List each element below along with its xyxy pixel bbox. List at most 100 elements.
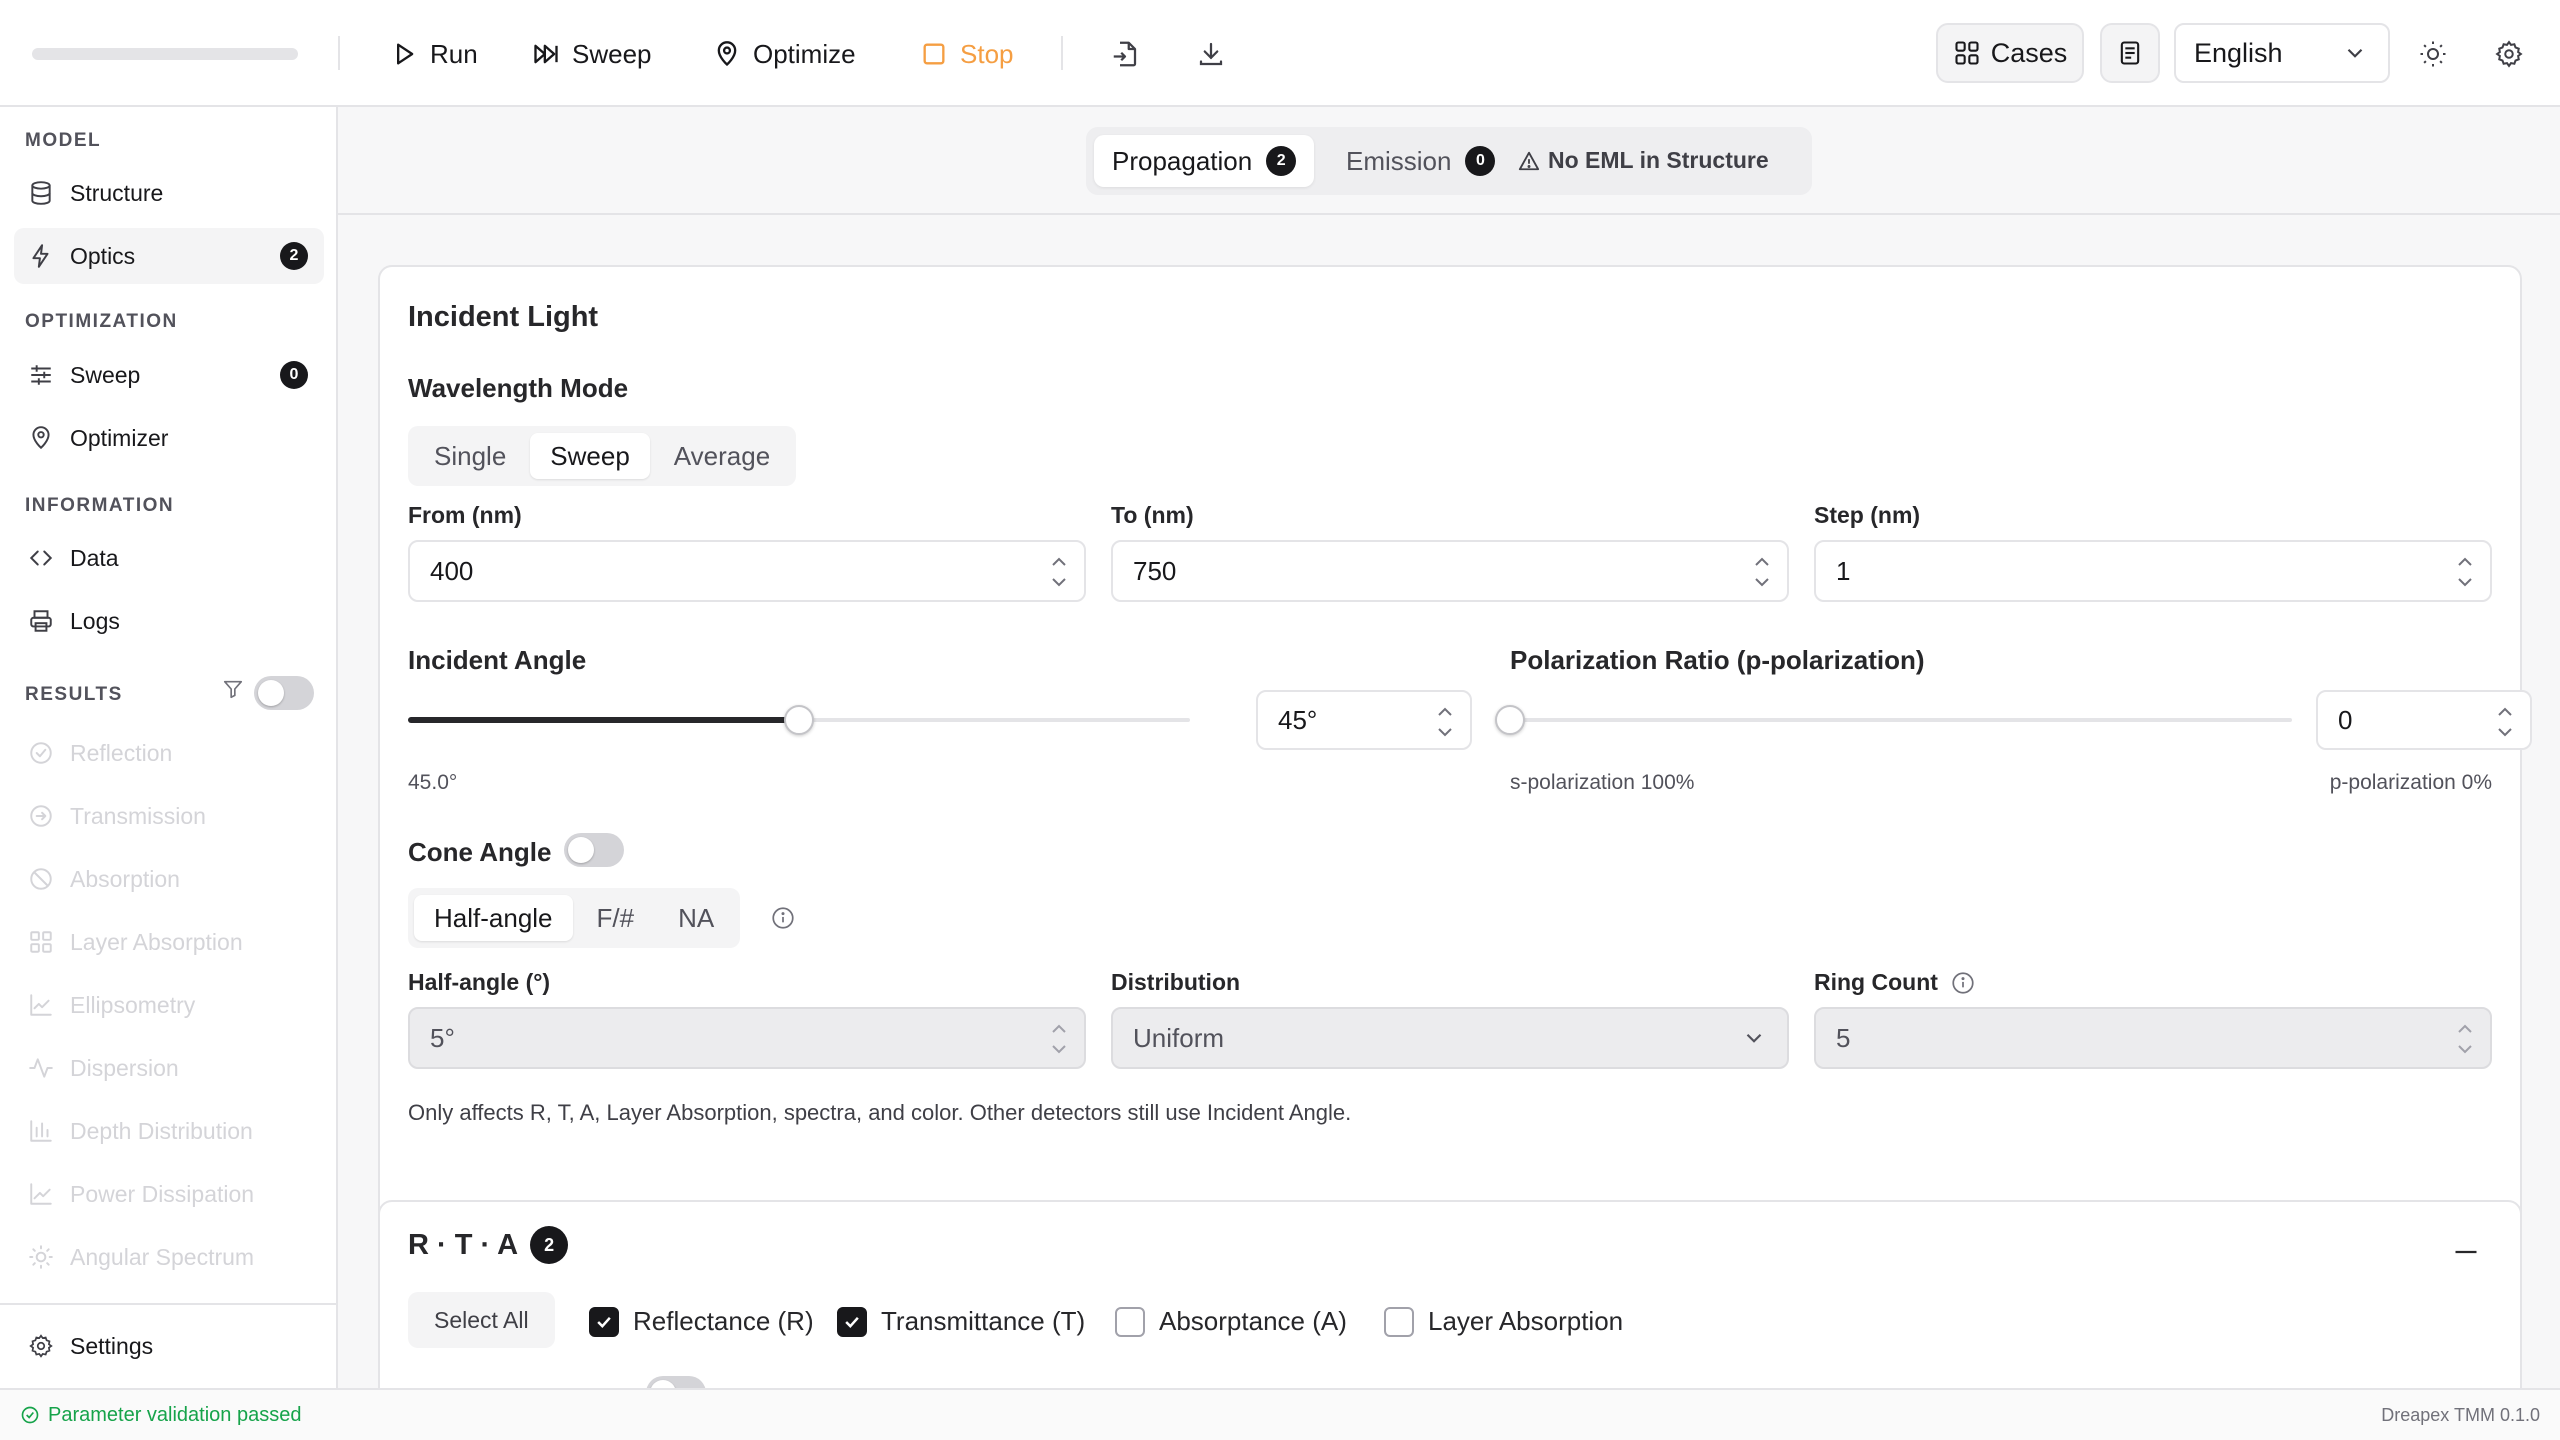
sidebar-item-depth-distribution[interactable]: Depth Distribution	[14, 1103, 324, 1159]
run-button[interactable]: Run	[390, 28, 478, 80]
results-filter-toggle[interactable]	[254, 676, 314, 710]
sidebar-item-sweep[interactable]: Sweep 0	[14, 347, 324, 403]
tab-emission[interactable]: Emission 0	[1328, 135, 1513, 187]
card-title: R · T · A	[408, 1228, 519, 1261]
polarization-slider[interactable]	[1495, 705, 2292, 735]
sidebar-item-label: Layer Absorption	[70, 928, 243, 955]
sidebar-item-label: Ellipsometry	[70, 991, 196, 1018]
optimize-button[interactable]: Optimize	[713, 28, 856, 80]
tab-propagation[interactable]: Propagation 2	[1094, 135, 1315, 187]
incident-angle-input[interactable]: 45°	[1256, 690, 1472, 750]
stepper-icon[interactable]	[2454, 550, 2476, 594]
sidebar-item-structure[interactable]: Structure	[14, 165, 324, 221]
stepper-icon[interactable]	[1751, 550, 1773, 594]
cone-angle-label: Cone Angle	[408, 837, 552, 867]
ring-count-input[interactable]: 5	[1814, 1007, 2492, 1069]
warning-triangle-icon	[1518, 150, 1540, 172]
stop-square-icon	[920, 40, 948, 68]
sidebar-item-angular-spectrum[interactable]: Angular Spectrum	[14, 1229, 324, 1285]
select-all-button[interactable]: Select All	[408, 1292, 555, 1348]
collapse-icon[interactable]	[2452, 1238, 2480, 1266]
wavelength-mode-single[interactable]: Single	[414, 433, 526, 479]
theme-toggle[interactable]	[2409, 30, 2457, 78]
filter-icon[interactable]	[222, 678, 244, 700]
sidebar-item-data[interactable]: Data	[14, 530, 324, 586]
stepper-icon[interactable]	[1048, 1017, 1070, 1061]
stepper-icon[interactable]	[2454, 1017, 2476, 1061]
cone-angle-note: Only affects R, T, A, Layer Absorption, …	[408, 1100, 1352, 1125]
sidebar-item-dispersion[interactable]: Dispersion	[14, 1040, 324, 1096]
distribution-select[interactable]: Uniform	[1111, 1007, 1789, 1069]
sidebar-item-label: Reflection	[70, 739, 173, 766]
sidebar-item-reflection[interactable]: Reflection	[14, 725, 324, 781]
sidebar-item-absorption[interactable]: Absorption	[14, 851, 324, 907]
sidebar-item-layer-absorption[interactable]: Layer Absorption	[14, 914, 324, 970]
sidebar-item-label: Angular Spectrum	[70, 1243, 255, 1270]
checkbox-checked-icon[interactable]	[837, 1306, 867, 1337]
language-select[interactable]: English	[2174, 23, 2390, 83]
stepper-icon[interactable]	[1434, 700, 1456, 744]
sidebar-item-transmission[interactable]: Transmission	[14, 788, 324, 844]
sidebar-item-label: Transmission	[70, 802, 206, 829]
stepper-icon[interactable]	[2494, 700, 2516, 744]
validation-status: Parameter validation passed	[20, 1404, 301, 1427]
checkbox-checked-icon[interactable]	[589, 1306, 619, 1337]
import-button[interactable]	[1101, 30, 1149, 78]
cases-button[interactable]: Cases	[1936, 23, 2084, 83]
chevron-down-icon	[1741, 1025, 1767, 1051]
stop-button[interactable]: Stop	[920, 28, 1014, 80]
sidebar-item-optimizer[interactable]: Optimizer	[14, 410, 324, 466]
play-icon	[390, 40, 418, 68]
sidebar-item-label: Depth Distribution	[70, 1117, 253, 1144]
grid-icon	[1953, 39, 1981, 67]
cone-mode-f[interactable]: F/#	[577, 895, 655, 941]
wavelength-mode-label: Wavelength Mode	[408, 373, 629, 403]
distribution-label: Distribution	[1111, 969, 1241, 995]
checkbox-transmittance-t[interactable]: Transmittance (T)	[837, 1306, 1085, 1337]
gear-icon	[28, 1333, 54, 1359]
checkbox-absorptance-a[interactable]: Absorptance (A)	[1115, 1306, 1347, 1337]
checkbox-empty-icon[interactable]	[1384, 1306, 1414, 1337]
polarization-input[interactable]: 0	[2316, 690, 2532, 750]
sidebar-item-logs[interactable]: Logs	[14, 593, 324, 649]
step-input[interactable]: 1	[1814, 540, 2492, 602]
half-angle-input[interactable]: 5°	[408, 1007, 1086, 1069]
partial-toggle[interactable]	[646, 1376, 706, 1388]
sidebar-item-ellipsometry[interactable]: Ellipsometry	[14, 977, 324, 1033]
cone-angle-toggle[interactable]	[564, 833, 624, 867]
sidebar-item-power-dissipation[interactable]: Power Dissipation	[14, 1166, 324, 1222]
wavelength-mode-selector: Single Sweep Average	[408, 426, 797, 486]
half-angle-label: Half-angle (°)	[408, 969, 551, 995]
checkbox-label: Transmittance (T)	[881, 1306, 1086, 1336]
divider	[1061, 36, 1063, 70]
sidebar-item-label: Dispersion	[70, 1054, 179, 1081]
settings-button[interactable]	[2485, 30, 2533, 78]
trend-icon	[28, 1181, 54, 1207]
cone-mode-half-angle[interactable]: Half-angle	[414, 895, 573, 941]
stepper-icon[interactable]	[1048, 550, 1070, 594]
sidebar-item-settings[interactable]: Settings	[14, 1318, 324, 1374]
checkbox-layer-absorption[interactable]: Layer Absorption	[1384, 1306, 1623, 1337]
slider-handle[interactable]	[784, 705, 814, 735]
wavelength-mode-sweep[interactable]: Sweep	[530, 433, 650, 479]
cone-mode-na[interactable]: NA	[658, 895, 734, 941]
notes-button[interactable]	[2100, 23, 2160, 83]
info-icon[interactable]	[770, 905, 796, 931]
divider	[0, 1303, 336, 1305]
app-version: Dreapex TMM 0.1.0	[2381, 1404, 2540, 1425]
checkbox-reflectance-r[interactable]: Reflectance (R)	[589, 1306, 814, 1337]
to-input[interactable]: 750	[1111, 540, 1789, 602]
info-icon[interactable]	[1950, 970, 1976, 996]
sun-icon	[2418, 39, 2448, 69]
from-input[interactable]: 400	[408, 540, 1086, 602]
sidebar-item-optics[interactable]: Optics 2	[14, 228, 324, 284]
propagation-emission-tabs: Propagation 2 Emission 0 No EML in Struc…	[1086, 127, 1812, 195]
incident-angle-slider[interactable]	[408, 705, 1190, 735]
slider-handle[interactable]	[1495, 705, 1525, 735]
sweep-button[interactable]: Sweep	[532, 28, 652, 80]
no-eml-warning: No EML in Structure	[1518, 147, 1769, 174]
checkbox-empty-icon[interactable]	[1115, 1306, 1145, 1337]
wavelength-mode-average[interactable]: Average	[654, 433, 790, 479]
download-button[interactable]	[1187, 30, 1235, 78]
gear-icon	[2494, 39, 2524, 69]
